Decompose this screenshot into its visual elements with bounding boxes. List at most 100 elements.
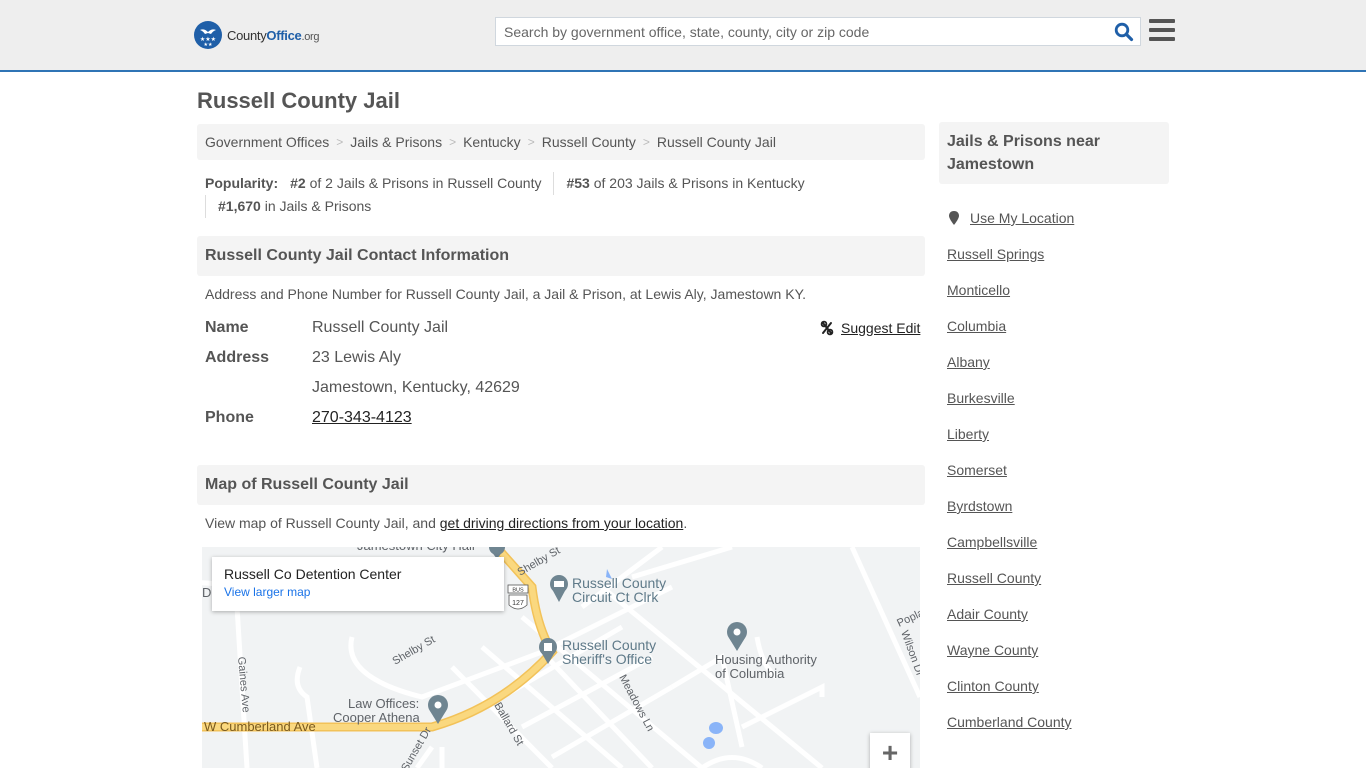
us-route-shield-icon: BUS 127: [507, 584, 529, 610]
svg-text:Shelby St: Shelby St: [516, 547, 563, 579]
svg-text:BUS: BUS: [512, 588, 524, 594]
map-pin-icon: [949, 211, 959, 225]
search-button[interactable]: [1108, 18, 1140, 45]
nearby-link[interactable]: Campbellsville: [947, 534, 1037, 550]
popularity-label: Popularity:: [205, 175, 279, 191]
view-larger-map-link[interactable]: View larger map: [224, 585, 492, 599]
nearby-link-item: Monticello: [947, 272, 1074, 308]
svg-text:Cooper Athena: Cooper Athena: [333, 710, 421, 725]
address-line2: Jamestown, Kentucky, 42629: [312, 379, 520, 396]
nearby-link-item: Campbellsville: [947, 524, 1074, 560]
svg-text:W Cumberland Ave: W Cumberland Ave: [204, 719, 316, 734]
eagle-stars-icon: ★★★ ★★: [194, 21, 222, 49]
breadcrumb-government-offices[interactable]: Government Offices: [205, 134, 329, 150]
map-place-title: Russell Co Detention Center: [224, 566, 402, 582]
nearby-link[interactable]: Burkesville: [947, 390, 1015, 406]
search-input[interactable]: [496, 18, 1108, 45]
svg-text:★★: ★★: [204, 42, 213, 48]
nearby-link[interactable]: Wayne County: [947, 642, 1038, 658]
nearby-link[interactable]: Clinton County: [947, 678, 1039, 694]
top-bar: ★★★ ★★ CountyOffice.org: [0, 0, 1366, 72]
pond: [709, 722, 723, 734]
logo-text-office: Office: [266, 27, 302, 43]
breadcrumb-separator: >: [527, 135, 535, 149]
svg-text:127: 127: [512, 600, 524, 607]
logo-text-org: .org: [301, 30, 320, 43]
breadcrumb-kentucky[interactable]: Kentucky: [463, 134, 521, 150]
hamburger-menu-icon[interactable]: [1149, 19, 1175, 41]
map-desc-text: View map of Russell County Jail, and: [205, 515, 440, 531]
svg-text:Ballard St: Ballard St: [491, 701, 525, 748]
nearby-link-item: Byrdstown: [947, 488, 1074, 524]
svg-text:Gaines Ave: Gaines Ave: [235, 656, 252, 713]
breadcrumb-russell-county[interactable]: Russell County: [542, 134, 636, 150]
breadcrumb-current: Russell County Jail: [656, 134, 776, 150]
nearby-link-item: Adair County: [947, 596, 1074, 632]
driving-directions-link[interactable]: get driving directions from your locatio…: [440, 515, 684, 531]
phone-row: Phone 270-343-4123: [205, 409, 412, 427]
nearby-link[interactable]: Monticello: [947, 282, 1010, 298]
nearby-link[interactable]: Byrdstown: [947, 498, 1012, 514]
phone-label: Phone: [205, 409, 254, 426]
svg-text:Jamestown City Hall: Jamestown City Hall: [357, 547, 475, 553]
address-row-2: Jamestown, Kentucky, 42629: [205, 379, 520, 397]
nearby-link-item: Albany: [947, 344, 1074, 380]
nearby-link-item: Columbia: [947, 308, 1074, 344]
svg-text:Housing Authority: Housing Authority: [715, 652, 817, 667]
nearby-link-item: Wayne County: [947, 632, 1074, 668]
nearby-link-item: Russell Springs: [947, 236, 1074, 272]
suggest-edit-link[interactable]: Suggest Edit: [841, 320, 920, 336]
name-label: Name: [205, 319, 249, 336]
popularity-state-rank: #53 of 203 Jails & Prisons in Kentucky: [553, 172, 816, 195]
nearby-link-item: Russell County: [947, 560, 1074, 596]
pond: [703, 737, 715, 749]
nearby-link[interactable]: Liberty: [947, 426, 989, 442]
broken-link-icon: [820, 320, 834, 336]
svg-text:Circuit Ct Clrk: Circuit Ct Clrk: [572, 589, 659, 605]
courthouse-pin-icon[interactable]: [550, 575, 568, 602]
phone-link[interactable]: 270-343-4123: [312, 409, 412, 427]
sidebar-heading: Jails & Prisons near Jamestown: [939, 122, 1169, 184]
breadcrumb-separator: >: [642, 135, 650, 149]
map-zoom-in-button[interactable]: +: [870, 733, 910, 768]
map-section-heading: Map of Russell County Jail: [197, 465, 925, 505]
nearby-link[interactable]: Adair County: [947, 606, 1028, 622]
svg-text:Sheriff's Office: Sheriff's Office: [562, 651, 652, 667]
breadcrumb-separator: >: [336, 135, 344, 149]
address-row: Address 23 Lewis Aly: [205, 349, 401, 367]
nearby-link-item: Clinton County: [947, 668, 1074, 704]
nearby-link-item: Burkesville: [947, 380, 1074, 416]
site-logo[interactable]: ★★★ ★★ CountyOffice.org: [194, 21, 319, 49]
nearby-link[interactable]: Albany: [947, 354, 990, 370]
contact-section-heading: Russell County Jail Contact Information: [197, 236, 925, 276]
use-my-location-item[interactable]: Use My Location: [947, 200, 1074, 236]
name-value: Russell County Jail: [312, 319, 449, 336]
page-title: Russell County Jail: [197, 88, 400, 113]
contact-description: Address and Phone Number for Russell Cou…: [205, 286, 806, 302]
breadcrumb: Government Offices > Jails & Prisons > K…: [197, 124, 925, 160]
address-label: Address: [205, 349, 270, 366]
nearby-link[interactable]: Russell County: [947, 570, 1041, 586]
svg-text:D: D: [202, 585, 211, 600]
logo-text-county: County: [227, 27, 267, 43]
nearby-link[interactable]: Columbia: [947, 318, 1006, 334]
breadcrumb-jails-prisons[interactable]: Jails & Prisons: [350, 134, 442, 150]
address-line1: 23 Lewis Aly: [312, 349, 401, 366]
svg-text:Shelby St: Shelby St: [391, 634, 438, 668]
location-pin-icon[interactable]: [727, 622, 747, 651]
suggest-edit-button[interactable]: Suggest Edit: [819, 320, 920, 336]
nearby-link[interactable]: Russell Springs: [947, 246, 1044, 262]
map-info-card: Russell Co Detention Center View larger …: [212, 557, 504, 611]
nearby-link-item: Cumberland County: [947, 704, 1074, 740]
nearby-link-item: Somerset: [947, 452, 1074, 488]
logo-wordmark: CountyOffice.org: [227, 28, 319, 43]
use-my-location-link[interactable]: Use My Location: [970, 210, 1074, 226]
nearby-link[interactable]: Cumberland County: [947, 714, 1072, 730]
embedded-map[interactable]: BUS 127 Jamestown City Hall D Russell Co…: [202, 547, 920, 768]
search-bar: [495, 17, 1141, 46]
map-description: View map of Russell County Jail, and get…: [205, 515, 688, 531]
nearby-link[interactable]: Somerset: [947, 462, 1007, 478]
breadcrumb-separator: >: [449, 135, 457, 149]
nearby-list: Use My Location Russell Springs Monticel…: [947, 200, 1074, 740]
name-row: Name Russell County Jail: [205, 319, 448, 337]
